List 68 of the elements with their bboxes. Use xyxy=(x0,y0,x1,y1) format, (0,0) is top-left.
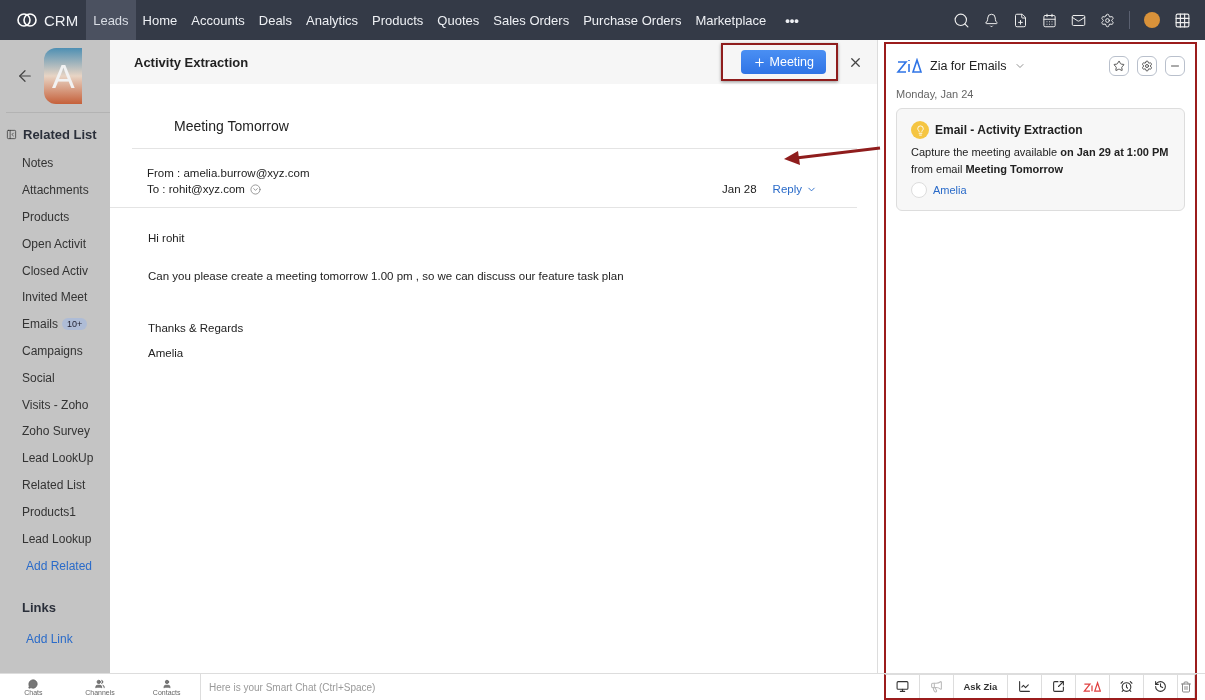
add-note-icon xyxy=(1013,12,1028,28)
record-avatar: A xyxy=(44,48,82,104)
nav-tab[interactable]: Purchase Orders xyxy=(576,0,689,40)
related-list-item[interactable]: Visits - Zoho xyxy=(6,391,110,418)
nav-tab[interactable]: Marketplace xyxy=(688,0,774,40)
nav-tab[interactable]: Products xyxy=(365,0,431,40)
bell-icon xyxy=(984,12,999,28)
nav-tab[interactable]: Sales Orders xyxy=(486,0,577,40)
related-list-item[interactable]: Emails 10+ xyxy=(6,310,110,338)
settings-icon xyxy=(1141,60,1153,72)
related-list-item[interactable]: Products1 xyxy=(6,498,110,526)
related-list-item[interactable]: Campaigns xyxy=(6,337,110,365)
date-label: Monday, Jan 24 xyxy=(896,88,975,100)
user-avatar[interactable] xyxy=(1144,12,1160,28)
section-title: Links xyxy=(21,599,57,615)
nav-tab[interactable]: Analytics xyxy=(299,0,366,40)
logo-icon xyxy=(16,12,38,28)
add-meeting-button[interactable]: Meeting xyxy=(740,50,826,74)
email-message: Can you please create a meeting tomorrow 1.00 pm , so we can discuss our feature task plan xyxy=(147,270,625,282)
people-icon xyxy=(95,678,105,689)
zia-logo-icon xyxy=(896,58,922,74)
settings-button[interactable] xyxy=(1137,56,1157,76)
related-list-item[interactable]: Zoho Survey xyxy=(6,417,110,445)
expand-icon xyxy=(249,183,261,195)
sender: From : amelia.burrow@xyz.com xyxy=(147,167,311,179)
nav-tab[interactable]: Quotes xyxy=(430,0,487,40)
card-title: Email - Activity Extraction xyxy=(935,123,1083,137)
related-list-item[interactable]: Open Activit xyxy=(6,230,110,258)
mail-icon xyxy=(1071,12,1086,28)
more-menu[interactable]: ••• xyxy=(773,0,811,40)
favorite-button[interactable] xyxy=(1109,56,1129,76)
contact-link[interactable]: Amelia xyxy=(911,182,1170,198)
related-list-item[interactable]: Attachments xyxy=(6,176,110,204)
nav-tab[interactable]: Home xyxy=(135,0,185,40)
related-list-item[interactable]: Lead LookUp xyxy=(6,444,110,472)
nav-tab[interactable]: Accounts xyxy=(184,0,252,40)
panel-title: Activity Extraction xyxy=(134,54,250,70)
email-signature: Amelia xyxy=(147,347,185,359)
related-list-item[interactable]: Invited Meet xyxy=(6,284,110,311)
email-greeting: Hi rohit xyxy=(147,232,186,244)
star-icon xyxy=(1113,60,1125,72)
brand-name: CRM xyxy=(44,11,79,29)
settings-icon xyxy=(1100,12,1115,28)
related-list-item[interactable]: Lead Lookup xyxy=(6,525,110,552)
collapse-icon xyxy=(6,129,17,140)
related-list-item[interactable]: Social xyxy=(6,364,110,392)
apps-grid-icon xyxy=(1174,11,1191,29)
related-list-item[interactable]: Related List xyxy=(6,471,110,499)
lightbulb-icon xyxy=(911,121,929,139)
panel-title: Zia for Emails xyxy=(930,59,1007,73)
recipient: To : rohit@xyz.com xyxy=(147,183,245,195)
count-badge: 10+ xyxy=(62,318,88,331)
nav-tab[interactable]: Deals xyxy=(251,0,299,40)
person-icon xyxy=(161,678,172,689)
chat-bubble-icon xyxy=(28,678,39,689)
related-list-item[interactable]: Notes xyxy=(6,150,110,177)
card-text: Capture the meeting available on Jan 29 at 1:00 PM from email Meeting Tomorrow xyxy=(911,145,1170,177)
email-signoff: Thanks & Regards xyxy=(147,322,245,334)
search-icon xyxy=(953,11,970,29)
related-list-item[interactable]: Products xyxy=(6,203,110,231)
calendar-icon xyxy=(1042,12,1057,28)
nav-tab[interactable]: Leads xyxy=(86,0,136,40)
email-subject: Meeting Tomorrow xyxy=(132,84,857,149)
section-title: Related List xyxy=(23,127,97,142)
email-date: Jan 28 xyxy=(722,183,757,195)
related-list-item[interactable]: Closed Activ xyxy=(6,257,110,284)
reply-link[interactable]: Reply xyxy=(772,183,817,195)
plus-icon xyxy=(752,55,766,69)
